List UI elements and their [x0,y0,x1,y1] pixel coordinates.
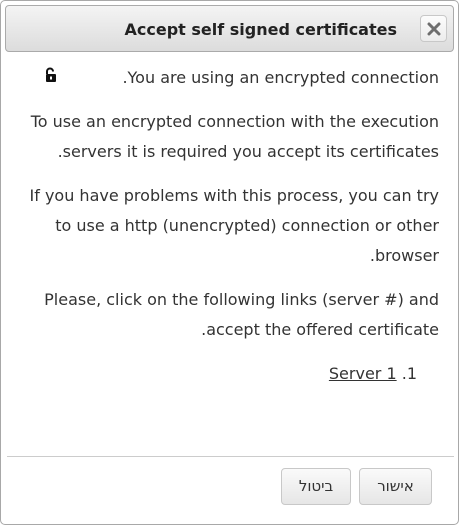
lock-icon [46,67,56,82]
paragraph-problems: If you have problems with this process, … [29,186,440,265]
certificate-dialog: Accept self signed certificates You are … [0,0,459,525]
encrypted-connection-text: You are using an encrypted connection. [19,63,439,93]
dialog-titlebar: Accept self signed certificates [5,5,454,52]
dialog-title: Accept self signed certificates [124,20,397,39]
server-list-number: 1. [401,364,417,383]
cancel-button[interactable]: ביטול [281,468,351,505]
ok-button[interactable]: אישור [359,468,432,505]
server-link-1[interactable]: Server 1 [329,364,397,383]
footer-divider [7,456,454,457]
dialog-content: You are using an encrypted connection. T… [19,63,439,403]
paragraph-encrypted: You are using an encrypted connection. [122,68,439,87]
paragraph-instructions: Please, click on the following links (se… [44,290,439,339]
close-icon [427,22,441,36]
paragraph-requirement: To use an encrypted connection with the … [30,112,439,161]
server-list: 1. Server 1 [19,359,439,389]
close-button[interactable] [420,15,447,42]
